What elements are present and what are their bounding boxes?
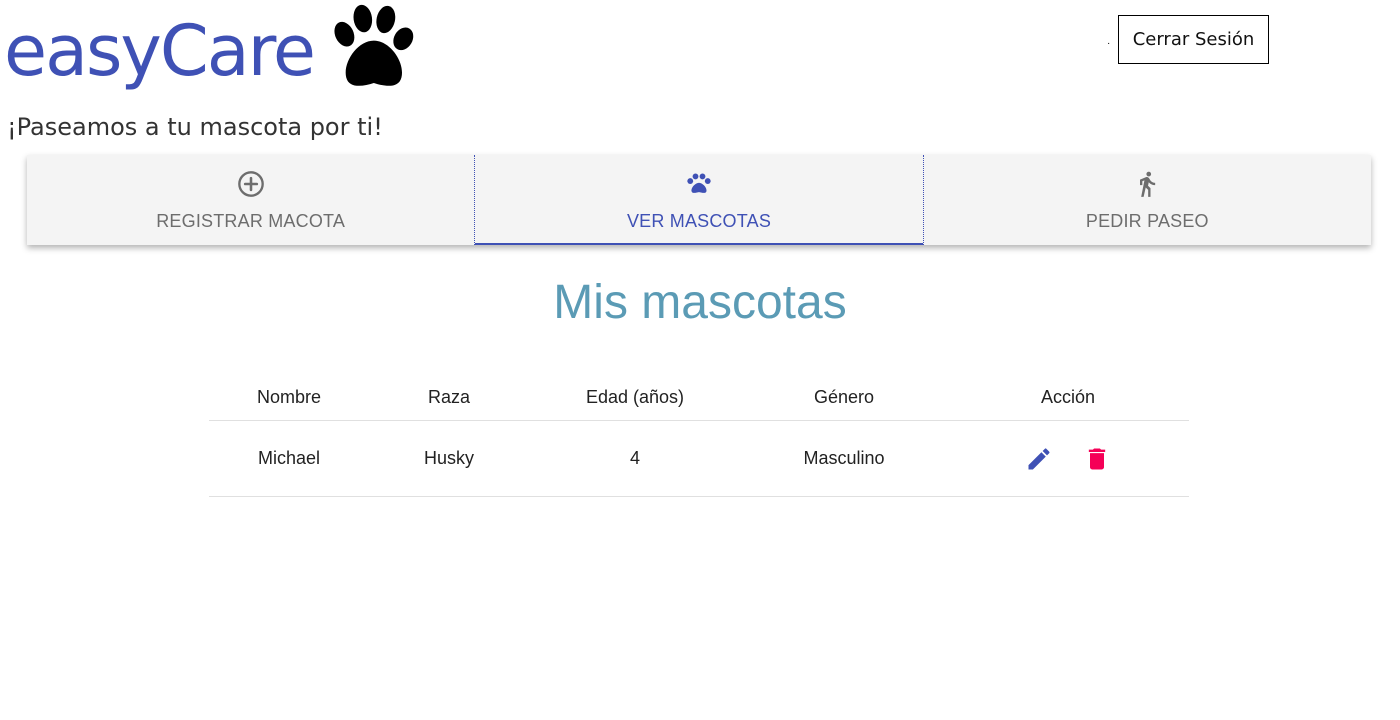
- pets-table: Nombre Raza Edad (años) Género Acción Mi…: [209, 375, 1189, 497]
- paw-icon: [334, 4, 414, 86]
- tab-ver-mascotas[interactable]: Ver Mascotas: [474, 155, 924, 245]
- tab-pedir-paseo[interactable]: Pedir Paseo: [924, 155, 1371, 245]
- page: easyCare ¡Paseamos a tu mascota por ti! …: [0, 0, 1400, 720]
- edit-icon[interactable]: [1025, 445, 1053, 473]
- action-group: [947, 421, 1189, 496]
- cell-age: 4: [529, 420, 741, 497]
- column-header-edad: Edad (años): [529, 375, 741, 421]
- tab-label: Ver Mascotas: [626, 211, 772, 231]
- tab-label: Pedir Paseo: [1085, 211, 1209, 231]
- separator-dot: ·: [1107, 38, 1111, 49]
- column-header-nombre: Nombre: [209, 375, 369, 421]
- logout-button[interactable]: Cerrar Sesión: [1118, 15, 1269, 64]
- column-header-accion: Acción: [947, 375, 1189, 421]
- paw-icon: [685, 169, 713, 199]
- tab-registrar-mascota[interactable]: Registrar Macota: [27, 155, 474, 245]
- delete-icon[interactable]: [1083, 445, 1111, 473]
- logo-text: easyCare: [4, 10, 316, 92]
- page-title: Mis mascotas: [553, 276, 847, 329]
- tagline: ¡Paseamos a tu mascota por ti!: [7, 113, 383, 141]
- tab-bar: Registrar Macota Ver Mascotas Pedir: [27, 155, 1371, 245]
- cell-breed: Husky: [369, 420, 529, 497]
- cell-name: Michael: [209, 420, 369, 497]
- walk-icon: [1133, 169, 1161, 199]
- cell-actions: [947, 420, 1189, 497]
- add-circle-icon: [237, 169, 265, 199]
- column-header-genero: Género: [741, 375, 947, 421]
- cell-gender: Masculino: [741, 420, 947, 497]
- column-header-raza: Raza: [369, 375, 529, 421]
- table-header-row: Nombre Raza Edad (años) Género Acción: [209, 375, 1189, 421]
- tab-label: Registrar Macota: [156, 211, 346, 231]
- table-row: Michael Husky 4 Masculino: [209, 420, 1189, 497]
